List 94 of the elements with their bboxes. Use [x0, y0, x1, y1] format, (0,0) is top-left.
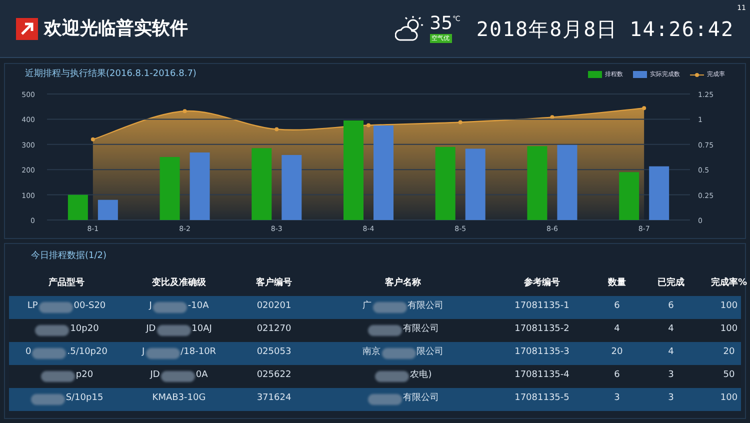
table-cell-text: 025622: [256, 369, 292, 382]
table-cell-text: JD: [146, 323, 156, 336]
redaction-smudge: [160, 370, 195, 382]
table-cell-text: 0A: [196, 369, 208, 382]
redaction-smudge: [40, 370, 75, 382]
data-point: [550, 114, 554, 119]
table-cell-text: 3: [614, 392, 620, 406]
column-header: 完成率%: [710, 276, 748, 290]
table-cell-text: .5/10p20: [67, 346, 108, 360]
table-cell-text: 4: [668, 323, 674, 336]
column-header: 产品型号: [48, 276, 86, 290]
bar: [282, 154, 302, 220]
table-cell-text: 4: [614, 323, 620, 336]
date-text: 2018年8月8日: [476, 16, 618, 42]
bar: [190, 152, 210, 220]
column-header: 已完成: [656, 276, 686, 290]
bar: [465, 148, 486, 220]
table-cell-text: LP: [27, 300, 38, 314]
logo-icon: [16, 18, 38, 40]
column-header: 参考编号: [523, 276, 561, 290]
table-cell-text: 100: [720, 300, 738, 314]
table-cell-text: 限公司: [416, 346, 444, 360]
app-title: 欢迎光临普实软件: [44, 17, 188, 41]
table-cell-text: 020201: [256, 300, 292, 314]
table-cell-text: 6: [614, 300, 620, 314]
table-cell-text: 南京: [362, 346, 380, 360]
table-cell-text: J: [142, 346, 145, 360]
redaction-smudge: [35, 324, 70, 336]
table-cell-text: 10AJ: [192, 323, 212, 336]
table-cell-text: 3: [668, 392, 674, 406]
table-cell-text: 20: [611, 346, 623, 360]
table-cell-text: 20: [723, 346, 735, 360]
data-point: [458, 120, 462, 124]
bar: [68, 194, 88, 220]
table-cell-text: 025053: [256, 346, 292, 360]
data-point: [182, 108, 187, 113]
table-cell-text: 100: [720, 392, 738, 406]
redaction-smudge: [372, 302, 406, 312]
table-cell-text: 17081135-2: [514, 323, 570, 336]
table-cell-text: 17081135-3: [514, 346, 570, 360]
table-cell-text: 17081135-4: [514, 369, 570, 382]
table-cell-text: 广: [362, 300, 372, 314]
redaction-smudge: [368, 394, 402, 404]
table-cell-text: -10A: [188, 300, 209, 314]
redaction-smudge: [30, 394, 65, 404]
redaction-smudge: [38, 302, 73, 312]
temperature: 35: [430, 14, 453, 34]
column-header: 客户名称: [384, 276, 422, 290]
table-cell-text: 100: [720, 323, 738, 336]
table-cell-text: 17081135-1: [514, 300, 570, 314]
redaction-smudge: [32, 348, 66, 358]
table-title: 今日排程数据(1/2): [30, 250, 108, 263]
redaction-smudge: [146, 348, 180, 358]
data-point: [274, 126, 279, 131]
table-cell-text: S/10p15: [66, 392, 104, 406]
redaction-smudge: [368, 324, 402, 336]
table-cell-text: 3: [668, 369, 674, 382]
table-cell-text: 有限公司: [403, 392, 439, 406]
clock-text: 14:26:42: [630, 16, 734, 42]
bar: [98, 199, 118, 220]
table-cell-text: 农电): [410, 369, 432, 382]
table-cell-text: 17081135-5: [514, 392, 570, 406]
table-cell-text: 10p20: [70, 323, 99, 336]
table-cell-text: J: [149, 300, 152, 314]
table-cell-text: 4: [668, 346, 674, 360]
table-cell-text: 有限公司: [403, 323, 439, 336]
table-cell-text: KMAB3-10G: [152, 392, 206, 406]
bar: [649, 166, 670, 220]
data-point: [366, 122, 370, 127]
table-cell-text: 6: [614, 369, 620, 382]
table-cell-text: /18-10R: [180, 346, 216, 360]
table-cell-text: 021270: [256, 323, 292, 336]
table-cell-text: 50: [723, 369, 735, 382]
redaction-smudge: [152, 302, 187, 312]
table-cell-text: 6: [668, 300, 674, 314]
redaction-smudge: [156, 324, 191, 336]
bar: [252, 148, 272, 220]
chart-title: 近期排程与执行结果(2016.8.1-2016.8.7): [25, 68, 196, 81]
table-cell-text: 有限公司: [408, 300, 444, 314]
column-header: 数量: [607, 276, 627, 290]
table-cell-text: JD: [150, 369, 160, 382]
redaction-smudge: [382, 348, 416, 358]
table-cell-text: 371624: [256, 392, 292, 406]
weather-icon: [394, 16, 425, 42]
bar: [619, 172, 640, 220]
table-cell-text: 00-S20: [74, 300, 106, 314]
data-point: [642, 106, 646, 110]
column-header: 变比及准确级: [151, 276, 207, 290]
bar: [160, 156, 180, 220]
column-header: 客户编号: [255, 276, 293, 290]
redaction-smudge: [375, 370, 410, 382]
table-cell-text: 0: [26, 346, 32, 360]
table-cell-text: p20: [76, 369, 94, 382]
data-point: [90, 136, 95, 141]
